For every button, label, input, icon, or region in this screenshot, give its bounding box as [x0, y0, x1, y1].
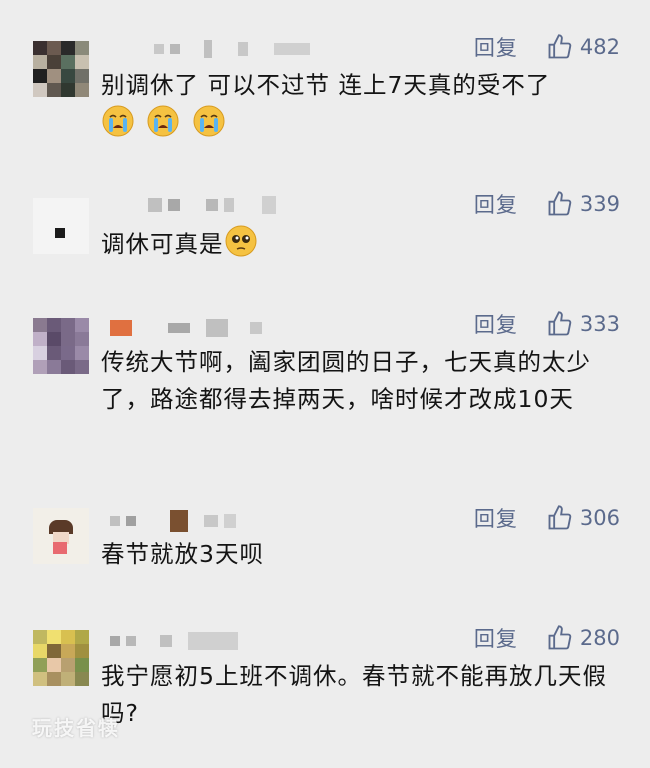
reply-button[interactable]: 回复 [474, 309, 518, 339]
like-button[interactable]: 280 [546, 624, 620, 652]
like-button[interactable]: 482 [546, 33, 620, 61]
comment-text: 别调休了 可以不过节 连上7天真的受不了 [101, 67, 621, 143]
comment-body: 别调休了 可以不过节 连上7天真的受不了 [101, 71, 551, 99]
avatar[interactable] [33, 41, 89, 97]
avatar[interactable] [33, 198, 89, 254]
like-count: 333 [579, 312, 620, 336]
like-button[interactable]: 339 [546, 190, 620, 218]
comment-text: 调休可真是 [101, 224, 621, 263]
avatar[interactable] [33, 318, 89, 374]
nickname-mosaic[interactable] [104, 38, 334, 60]
avatar[interactable] [33, 508, 89, 564]
crying-face-icon [192, 104, 226, 138]
like-count: 280 [579, 626, 620, 650]
nickname-mosaic[interactable] [104, 194, 334, 216]
thumbs-up-icon [548, 505, 572, 530]
thumbs-up-icon [548, 191, 572, 216]
reply-button[interactable]: 回复 [474, 189, 518, 219]
watermark: 玩技省犊 [32, 716, 120, 740]
avatar[interactable] [33, 630, 89, 686]
thumbs-up-icon [548, 34, 572, 59]
thumbs-up-icon [548, 625, 572, 650]
comment-body: 调休可真是 [101, 230, 224, 258]
comment-actions: 回复 482 [474, 32, 620, 62]
reply-button[interactable]: 回复 [474, 32, 518, 62]
nickname-mosaic[interactable] [104, 317, 334, 339]
crying-face-icon [101, 104, 135, 138]
like-count: 339 [579, 192, 620, 216]
pleading-face-icon [224, 224, 258, 258]
comment-text: 传统大节啊，阖家团圆的日子，七天真的太少了，路途都得去掉两天，啥时候才改成10天 [101, 348, 591, 413]
like-count: 482 [579, 35, 620, 59]
reply-button[interactable]: 回复 [474, 623, 518, 653]
thumbs-up-icon [548, 311, 572, 336]
like-button[interactable]: 306 [546, 504, 620, 532]
crying-face-icon [146, 104, 180, 138]
comment-actions: 回复 333 [474, 309, 620, 339]
comment-actions: 回复 280 [474, 623, 620, 653]
comment-actions: 回复 339 [474, 189, 620, 219]
like-count: 306 [579, 506, 620, 530]
comment-text: 我宁愿初5上班不调休。春节就不能再放几天假吗? [101, 662, 607, 727]
reply-button[interactable]: 回复 [474, 503, 518, 533]
comment-actions: 回复 306 [474, 503, 620, 533]
nickname-mosaic[interactable] [104, 630, 334, 652]
comment-text: 春节就放3天呗 [101, 540, 264, 568]
like-button[interactable]: 333 [546, 310, 620, 338]
nickname-mosaic[interactable] [104, 510, 334, 532]
